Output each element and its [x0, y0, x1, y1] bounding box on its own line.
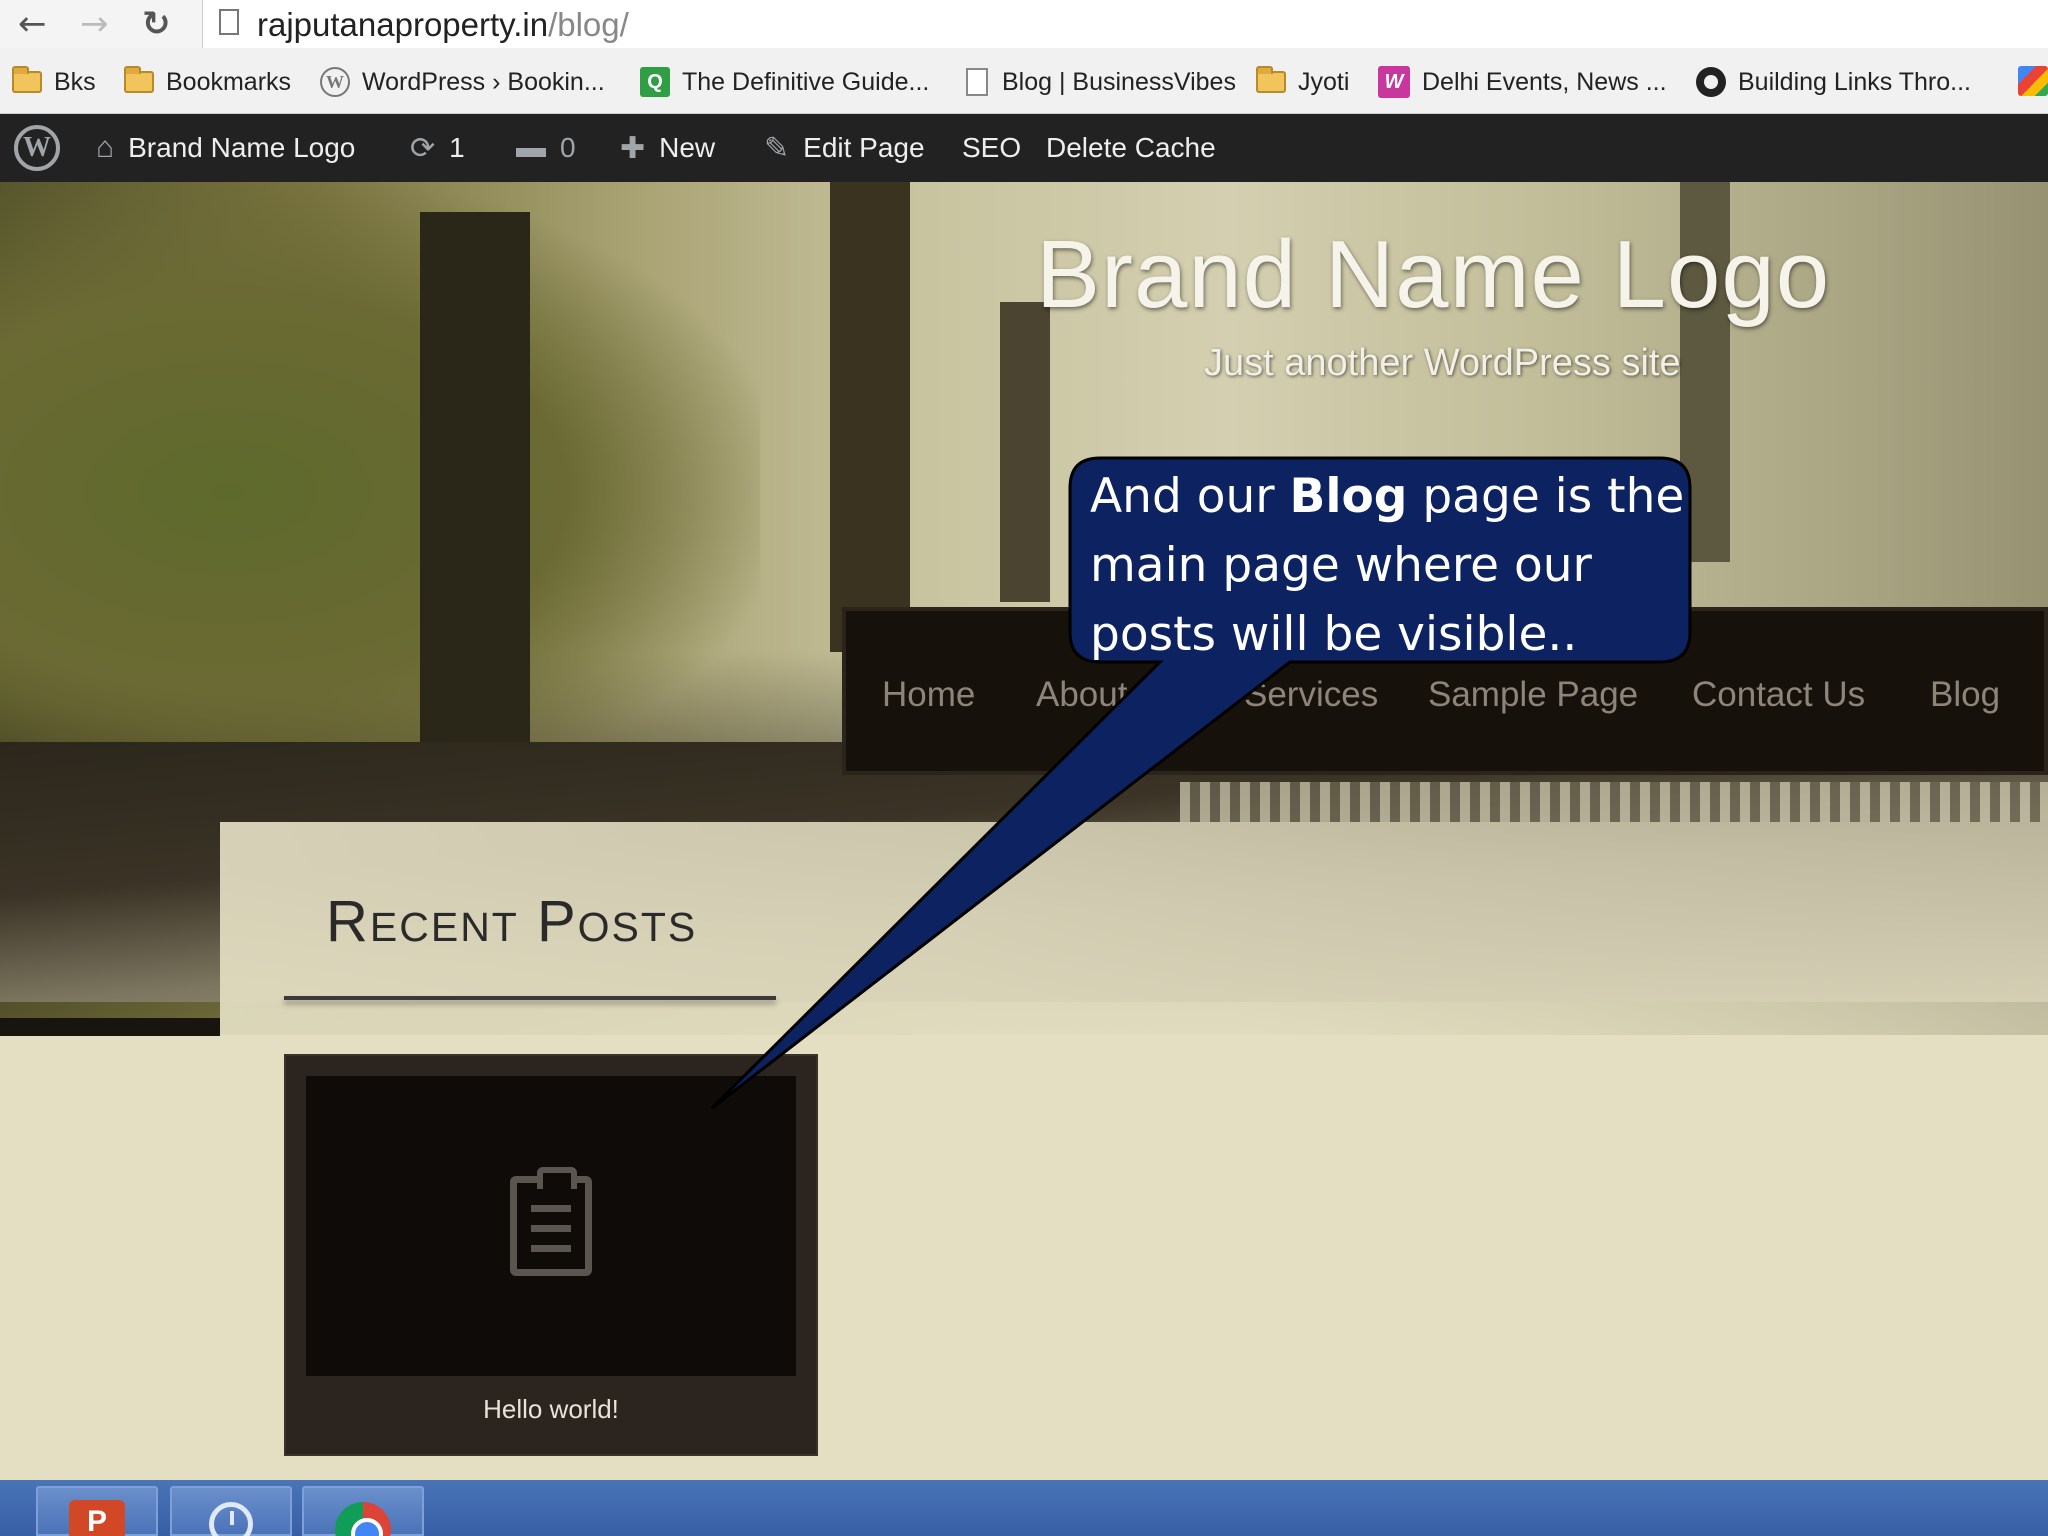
windows-taskbar: P: [0, 1480, 2048, 1536]
bookmark-item[interactable]: Q The Definitive Guide...: [640, 64, 929, 100]
powerpoint-icon: P: [69, 1500, 125, 1536]
clipboard-icon: [510, 1167, 592, 1276]
wordpress-logo-icon: W: [14, 125, 60, 171]
nav-item-home[interactable]: Home: [882, 675, 975, 715]
edit-page-label: Edit Page: [803, 132, 925, 163]
new-label: New: [659, 132, 716, 163]
nav-item-contact-us[interactable]: Contact Us: [1692, 675, 1865, 715]
wp-logo-menu[interactable]: W: [14, 114, 60, 182]
bookmark-label: Blog | BusinessVibes: [1002, 67, 1236, 96]
header-background: [0, 182, 760, 802]
site-title[interactable]: Brand Name Logo: [1036, 220, 1830, 330]
bookmark-item[interactable]: Bookmarks: [124, 64, 291, 100]
nav-item-blog[interactable]: Blog: [1930, 675, 2000, 715]
page-icon: [219, 9, 239, 35]
bookmark-item[interactable]: Blog | BusinessVibes: [966, 64, 1236, 100]
page-icon: [966, 68, 988, 96]
apps-icon[interactable]: [2018, 66, 2048, 96]
url-text[interactable]: rajputanaproperty.in/blog/: [257, 6, 629, 44]
bookmarks-bar: Bks Bookmarks W WordPress › Bookin... Q …: [0, 48, 2048, 114]
back-arrow-icon[interactable]: ←: [18, 4, 47, 44]
post-thumbnail[interactable]: [306, 1076, 796, 1376]
seo-label: SEO: [962, 132, 1022, 163]
w-logo-icon: W: [1378, 66, 1410, 98]
comments-count: 0: [560, 132, 576, 163]
chrome-icon: [335, 1502, 391, 1536]
clock-icon: [209, 1502, 253, 1536]
swirl-icon: [1696, 67, 1726, 97]
updates-count: 1: [449, 132, 465, 163]
wp-admin-bar: W ⌂ Brand Name Logo ⟳ 1 ▬ 0 ✚ New ✎ Edit…: [0, 114, 2048, 182]
site-tagline: Just another WordPress site: [1204, 342, 1681, 384]
updates-menu[interactable]: ⟳ 1: [410, 114, 465, 182]
heading-divider: [284, 996, 776, 1000]
site-name-label: Brand Name Logo: [128, 132, 356, 163]
header-background: [830, 182, 910, 652]
delete-cache-menu[interactable]: Delete Cache: [1046, 114, 1216, 182]
site-name-menu[interactable]: ⌂ Brand Name Logo: [96, 114, 355, 182]
bookmark-item[interactable]: Building Links Thro...: [1696, 64, 1971, 100]
home-icon: ⌂: [96, 131, 115, 164]
bookmark-label: Jyoti: [1298, 67, 1350, 96]
bookmark-label: The Definitive Guide...: [682, 67, 930, 96]
bookmark-label: Building Links Thro...: [1738, 67, 1971, 96]
folder-icon: [1256, 66, 1286, 93]
bookmark-item[interactable]: W Delhi Events, News ...: [1378, 64, 1667, 100]
taskbar-app-chrome[interactable]: [302, 1486, 424, 1536]
taskbar-app-clock[interactable]: [170, 1486, 292, 1536]
wordpress-icon: W: [320, 67, 350, 97]
refresh-icon: ⟳: [410, 131, 436, 165]
folder-icon: [124, 66, 154, 93]
header-background: [1180, 782, 2048, 822]
address-bar[interactable]: rajputanaproperty.in/blog/: [202, 0, 2048, 48]
bookmark-label: Bks: [54, 67, 96, 96]
nav-item-about-us[interactable]: About Us: [1036, 675, 1180, 715]
callout-text: And our Blog page is the main page where…: [1090, 469, 1685, 662]
folder-icon: [12, 66, 42, 93]
bookmark-label: WordPress › Bookin...: [362, 67, 605, 96]
bookmark-item[interactable]: Jyoti: [1256, 64, 1349, 100]
header-background: [1000, 302, 1050, 602]
header-background: [420, 212, 530, 772]
pencil-icon: ✎: [764, 131, 790, 165]
taskbar-app-powerpoint[interactable]: P: [36, 1486, 158, 1536]
nav-item-sample-page[interactable]: Sample Page: [1428, 675, 1638, 715]
seo-menu[interactable]: SEO: [962, 114, 1021, 182]
green-search-icon: Q: [640, 67, 670, 97]
nav-item-services[interactable]: Services: [1244, 675, 1378, 715]
bookmark-item[interactable]: W WordPress › Bookin...: [320, 64, 605, 100]
new-content-menu[interactable]: ✚ New: [620, 114, 715, 182]
bookmark-label: Delhi Events, News ...: [1422, 67, 1667, 96]
comments-menu[interactable]: ▬ 0: [516, 114, 576, 182]
browser-toolbar: ← → ↻ rajputanaproperty.in/blog/: [0, 0, 2048, 48]
edit-page-menu[interactable]: ✎ Edit Page: [764, 114, 925, 182]
post-title[interactable]: Hello world!: [286, 1394, 816, 1425]
comment-icon: ▬: [516, 131, 546, 164]
bookmark-label: Bookmarks: [166, 67, 292, 96]
delete-cache-label: Delete Cache: [1046, 132, 1216, 163]
section-heading: Recent Posts: [326, 889, 698, 954]
reload-icon[interactable]: ↻: [142, 4, 171, 44]
post-card[interactable]: Hello world!: [284, 1054, 818, 1456]
forward-arrow-icon[interactable]: →: [80, 4, 109, 44]
plus-icon: ✚: [620, 131, 646, 165]
bookmark-item[interactable]: Bks: [12, 64, 96, 100]
divider: [0, 1018, 220, 1036]
